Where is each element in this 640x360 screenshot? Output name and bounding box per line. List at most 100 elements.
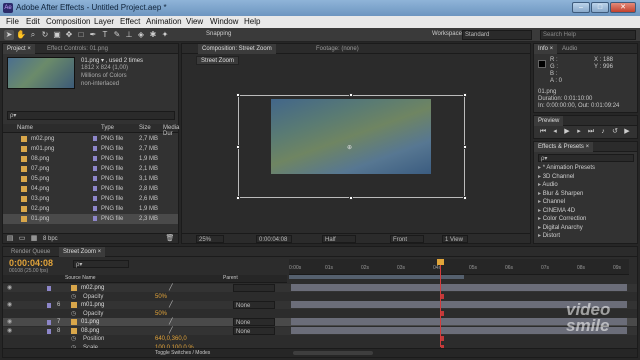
- layer-row[interactable]: ◉ 6 m01.png ╱ None: [3, 301, 637, 309]
- zoom-tool-icon[interactable]: ⌕: [28, 30, 38, 40]
- work-area-bar[interactable]: [289, 275, 464, 279]
- hand-tool-icon[interactable]: ✋: [16, 30, 26, 40]
- tab-footage[interactable]: Footage: (none): [312, 44, 363, 54]
- effects-category[interactable]: ▸ Blur & Sharpen: [538, 190, 583, 197]
- project-item[interactable]: 08.png PNG file 1,9 MB: [3, 154, 178, 164]
- layer-name[interactable]: m02.png: [81, 284, 104, 292]
- project-search-input[interactable]: ρ▾: [7, 111, 175, 120]
- keyframe-marker[interactable]: [441, 310, 444, 316]
- tab-render-queue[interactable]: Render Queue: [7, 247, 54, 257]
- selection-tool-icon[interactable]: ➤: [4, 30, 14, 40]
- layer-label-color-icon[interactable]: [47, 286, 51, 291]
- new-comp-icon[interactable]: ▦: [29, 235, 39, 243]
- play-icon[interactable]: ▶: [562, 128, 572, 136]
- parent-select[interactable]: None: [233, 301, 275, 309]
- stopwatch-icon[interactable]: ◷: [71, 293, 76, 301]
- transform-handle-bm[interactable]: [349, 196, 353, 200]
- effects-category[interactable]: ▸ Distort: [538, 232, 560, 239]
- menu-edit[interactable]: Edit: [26, 17, 40, 26]
- minimize-button[interactable]: –: [572, 2, 590, 13]
- project-item[interactable]: m02.png PNG file 2,7 MB: [3, 134, 178, 144]
- bpc-label[interactable]: 8 bpc: [43, 236, 58, 242]
- label-color-icon[interactable]: [93, 166, 97, 171]
- roto-tool-icon[interactable]: ✱: [148, 30, 158, 40]
- property-row[interactable]: ◷ Position 640,0,360,0: [3, 335, 637, 343]
- puppet-tool-icon[interactable]: ✦: [160, 30, 170, 40]
- last-frame-icon[interactable]: ⏭: [586, 128, 596, 136]
- layer-name[interactable]: 01.png: [81, 318, 99, 326]
- label-color-icon[interactable]: [93, 186, 97, 191]
- visibility-eye-icon[interactable]: ◉: [7, 318, 12, 326]
- text-tool-icon[interactable]: T: [100, 30, 110, 40]
- project-item[interactable]: 03.png PNG file 2,6 MB: [3, 194, 178, 204]
- transform-handle-ml[interactable]: [236, 145, 240, 149]
- label-color-icon[interactable]: [93, 156, 97, 161]
- pen-tool-icon[interactable]: ✒: [88, 30, 98, 40]
- expand-triangle-icon[interactable]: ▸: [538, 216, 541, 222]
- property-value[interactable]: 50%: [155, 310, 167, 318]
- fx-switch-icon[interactable]: ╱: [169, 301, 173, 309]
- parent-select[interactable]: [233, 284, 275, 292]
- time-ruler[interactable]: 0:00s 01s 02s 03s 04s 05s 06s 07s 08s 09s: [289, 259, 629, 275]
- transform-handle-br[interactable]: [463, 196, 467, 200]
- label-color-icon[interactable]: [93, 206, 97, 211]
- tab-effect-controls[interactable]: Effect Controls: 01.png: [43, 44, 112, 54]
- mask-tool-icon[interactable]: □: [76, 30, 86, 40]
- expand-triangle-icon[interactable]: ▸: [538, 225, 541, 231]
- menu-composition[interactable]: Composition: [46, 17, 90, 26]
- workspace-select[interactable]: Standard: [462, 30, 532, 40]
- effects-category[interactable]: ▸ Color Correction: [538, 215, 586, 222]
- effects-category[interactable]: ▸ Digital Anarchy: [538, 224, 583, 231]
- comp-breadcrumb[interactable]: Street Zoom: [196, 56, 240, 65]
- menu-help[interactable]: Help: [244, 17, 260, 26]
- view-select[interactable]: Front: [390, 235, 424, 243]
- layer-name[interactable]: 08.png: [81, 327, 99, 335]
- zoom-select[interactable]: 25%: [196, 235, 224, 243]
- toggle-switches-modes[interactable]: Toggle Switches / Modes: [155, 350, 210, 356]
- project-item[interactable]: 07.png PNG file 2,1 MB: [3, 164, 178, 174]
- project-item[interactable]: 04.png PNG file 2,8 MB: [3, 184, 178, 194]
- visibility-eye-icon[interactable]: ◉: [7, 284, 12, 292]
- fx-switch-icon[interactable]: ╱: [169, 284, 173, 292]
- comp-timecode[interactable]: 0:00:04:08: [256, 235, 292, 243]
- label-color-icon[interactable]: [93, 216, 97, 221]
- next-frame-icon[interactable]: ▸: [574, 128, 584, 136]
- tab-audio[interactable]: Audio: [558, 44, 581, 54]
- search-help-input[interactable]: Search Help: [540, 30, 636, 40]
- parent-select[interactable]: None: [233, 318, 275, 326]
- fx-switch-icon[interactable]: ╱: [169, 327, 173, 335]
- timeline-search-input[interactable]: ρ▾: [73, 260, 129, 268]
- tab-preview[interactable]: Preview: [534, 116, 564, 126]
- menu-effect[interactable]: Effect: [120, 17, 140, 26]
- pan-behind-tool-icon[interactable]: ✥: [64, 30, 74, 40]
- expand-triangle-icon[interactable]: ▸: [538, 191, 541, 197]
- loop-icon[interactable]: ↺: [610, 128, 620, 136]
- playhead-marker[interactable]: [437, 259, 444, 265]
- audio-icon[interactable]: ♪: [598, 128, 608, 136]
- property-row[interactable]: ◷ Opacity 50%: [3, 292, 637, 301]
- ram-preview-icon[interactable]: ▶: [622, 128, 632, 136]
- visibility-eye-icon[interactable]: ◉: [7, 327, 12, 335]
- effects-category[interactable]: ▸ Channel: [538, 198, 565, 205]
- transform-handle-tr[interactable]: [463, 93, 467, 97]
- layer-label-color-icon[interactable]: [47, 303, 51, 308]
- menu-layer[interactable]: Layer: [94, 17, 114, 26]
- expand-triangle-icon[interactable]: ▸: [538, 174, 541, 180]
- tab-effects-presets[interactable]: Effects & Presets ×: [534, 142, 594, 152]
- layer-row[interactable]: ◉ m02.png ╱: [3, 284, 637, 292]
- effects-category[interactable]: ▸ * Animation Presets: [538, 164, 595, 171]
- tab-info[interactable]: Info ×: [534, 44, 558, 54]
- trash-icon[interactable]: 🗑: [165, 235, 175, 243]
- menu-animation[interactable]: Animation: [146, 17, 182, 26]
- maximize-button[interactable]: □: [591, 2, 609, 13]
- menu-view[interactable]: View: [186, 17, 203, 26]
- anchor-point-icon[interactable]: ⊕: [347, 144, 352, 151]
- prev-frame-icon[interactable]: ◂: [550, 128, 560, 136]
- tab-composition[interactable]: Composition: Street Zoom: [198, 44, 276, 54]
- visibility-eye-icon[interactable]: ◉: [7, 301, 12, 309]
- col-type[interactable]: Type: [101, 125, 114, 131]
- layer-name[interactable]: m01.png: [81, 301, 104, 309]
- expand-triangle-icon[interactable]: ▸: [538, 233, 541, 239]
- close-button[interactable]: ✕: [610, 2, 636, 13]
- keyframe-marker[interactable]: [441, 336, 444, 341]
